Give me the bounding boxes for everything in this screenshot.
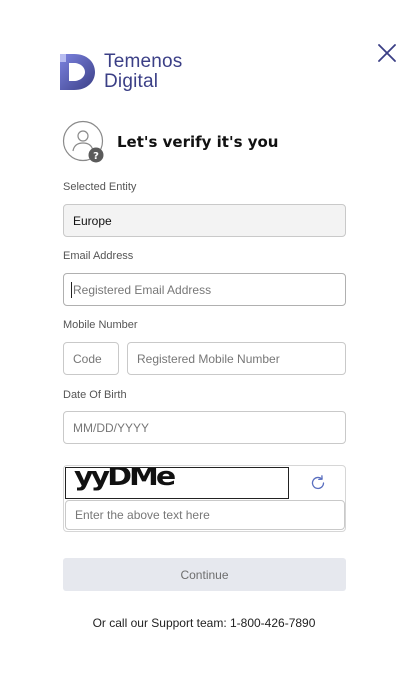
captcha-text: yyDMe [74,467,176,492]
text-caret [71,281,72,298]
entity-value: Europe [73,213,112,228]
mobile-label: Mobile Number [63,319,138,331]
email-label: Email Address [63,250,134,262]
continue-label: Continue [180,567,229,582]
logo-line-2: Digital [104,71,159,92]
dob-field[interactable]: MM/DD/YYYY [63,411,346,444]
close-button[interactable] [376,42,398,64]
country-code-field[interactable]: Code [63,342,119,375]
mobile-number-field[interactable]: Registered Mobile Number [127,342,346,375]
temenos-logo-icon [60,54,95,90]
country-code-placeholder: Code [73,351,102,366]
svg-text:?: ? [93,151,99,162]
user-question-icon: ? [62,120,104,163]
avatar: ? [62,120,106,164]
email-field[interactable]: Registered Email Address [63,273,346,306]
entity-label: Selected Entity [63,181,137,193]
logo-line-1: Temenos [104,51,183,72]
entity-field[interactable]: Europe [63,204,346,237]
captcha-input-placeholder: Enter the above text here [75,508,210,522]
logo-text: Temenos Digital [104,52,183,92]
support-text: Or call our Support team: 1-800-426-7890 [92,616,316,630]
captcha-block: yyDMe Enter the above text here [63,465,346,532]
captcha-input[interactable]: Enter the above text here [65,500,345,530]
mobile-number-placeholder: Registered Mobile Number [137,351,280,366]
close-icon [378,44,396,62]
refresh-icon [311,475,324,490]
captcha-refresh-button[interactable] [290,467,345,499]
captcha-image: yyDMe [65,467,289,499]
dob-placeholder: MM/DD/YYYY [73,420,150,435]
dob-label: Date Of Birth [63,389,127,401]
brand-logo: Temenos Digital [60,50,183,94]
email-placeholder: Registered Email Address [73,282,212,297]
continue-button[interactable]: Continue [63,558,346,591]
verify-header: ? Let's verify it's you [62,120,278,164]
page-title: Let's verify it's you [117,133,279,151]
